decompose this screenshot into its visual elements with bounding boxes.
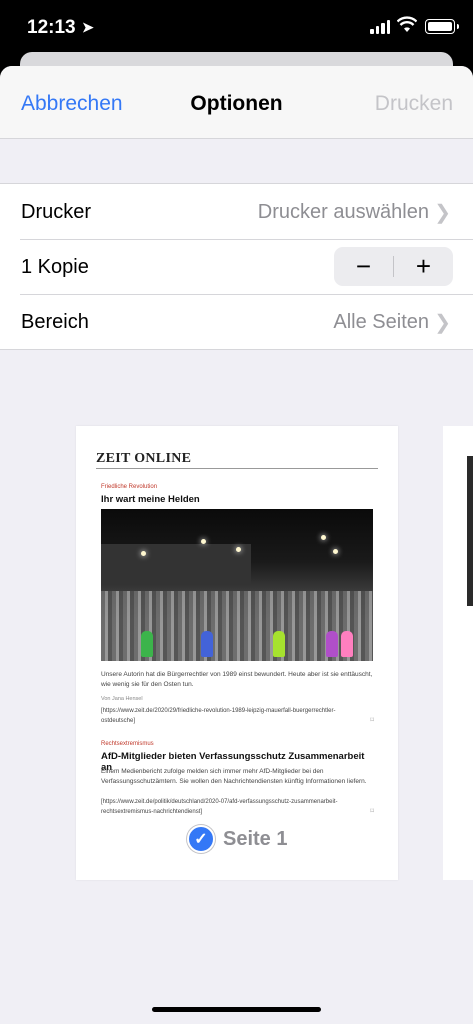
copies-stepper: − +: [334, 247, 453, 286]
options-list: Drucker Drucker auswählen ❯ 1 Kopie − + …: [0, 183, 473, 350]
range-value: Alle Seiten: [333, 311, 429, 333]
article-teaser: Einem Medienbericht zufolge melden sich …: [101, 768, 367, 785]
article-byline: Von Jana Hensel: [101, 696, 143, 702]
page-label: Seite 1: [223, 827, 288, 850]
zeit-online-logo: ZEIT ONLINE: [96, 451, 192, 466]
bookmark-icon: ⌑: [370, 808, 374, 815]
printer-row[interactable]: Drucker Drucker auswählen ❯: [0, 184, 473, 239]
print-options-sheet: Abbrechen Optionen Drucken Drucker Druck…: [0, 66, 473, 1024]
article-teaser: Unsere Autorin hat die Bürgerrechtler vo…: [101, 671, 373, 688]
print-button[interactable]: Drucken: [375, 92, 453, 116]
article-kicker: Rechtsextremismus: [101, 741, 154, 747]
printer-value: Drucker auswählen: [257, 201, 429, 223]
decrement-button[interactable]: −: [334, 247, 393, 286]
page-selection[interactable]: ✓ Seite 1: [187, 825, 287, 853]
bookmark-icon: ⌑: [370, 717, 374, 724]
article-kicker: Friedliche Revolution: [101, 484, 158, 490]
article-headline: Ihr wart meine Helden: [101, 494, 200, 505]
range-row[interactable]: Bereich Alle Seiten ❯: [0, 294, 473, 349]
checkmark-icon[interactable]: ✓: [187, 825, 215, 853]
chevron-right-icon: ❯: [434, 202, 451, 224]
range-label: Bereich: [21, 311, 89, 333]
page-preview-2[interactable]: [443, 426, 473, 880]
navigation-bar: Abbrechen Optionen Drucken: [0, 66, 473, 139]
chevron-right-icon: ❯: [434, 312, 451, 334]
battery-icon: [425, 19, 459, 34]
cellular-signal-icon: [370, 20, 390, 34]
article-photo: [467, 456, 473, 606]
article-url: [https://www.zeit.de/2020/29/friedliche-…: [101, 708, 336, 724]
copies-label: 1 Kopie: [21, 256, 89, 278]
printer-label: Drucker: [21, 201, 92, 223]
home-indicator[interactable]: [152, 1007, 321, 1012]
status-time: 12:13: [27, 17, 76, 38]
increment-button[interactable]: +: [394, 247, 453, 286]
article-photo: [101, 509, 373, 661]
article-url: [https://www.zeit.de/politik/deutschland…: [101, 799, 338, 815]
location-arrow-icon: ➤: [82, 19, 94, 35]
copies-row: 1 Kopie − +: [0, 239, 473, 294]
wifi-icon: [397, 16, 417, 32]
divider: [96, 468, 378, 469]
status-bar: 12:13 ➤: [0, 0, 473, 60]
page-preview-1[interactable]: ZEIT ONLINE Friedliche Revolution Ihr wa…: [76, 426, 398, 880]
